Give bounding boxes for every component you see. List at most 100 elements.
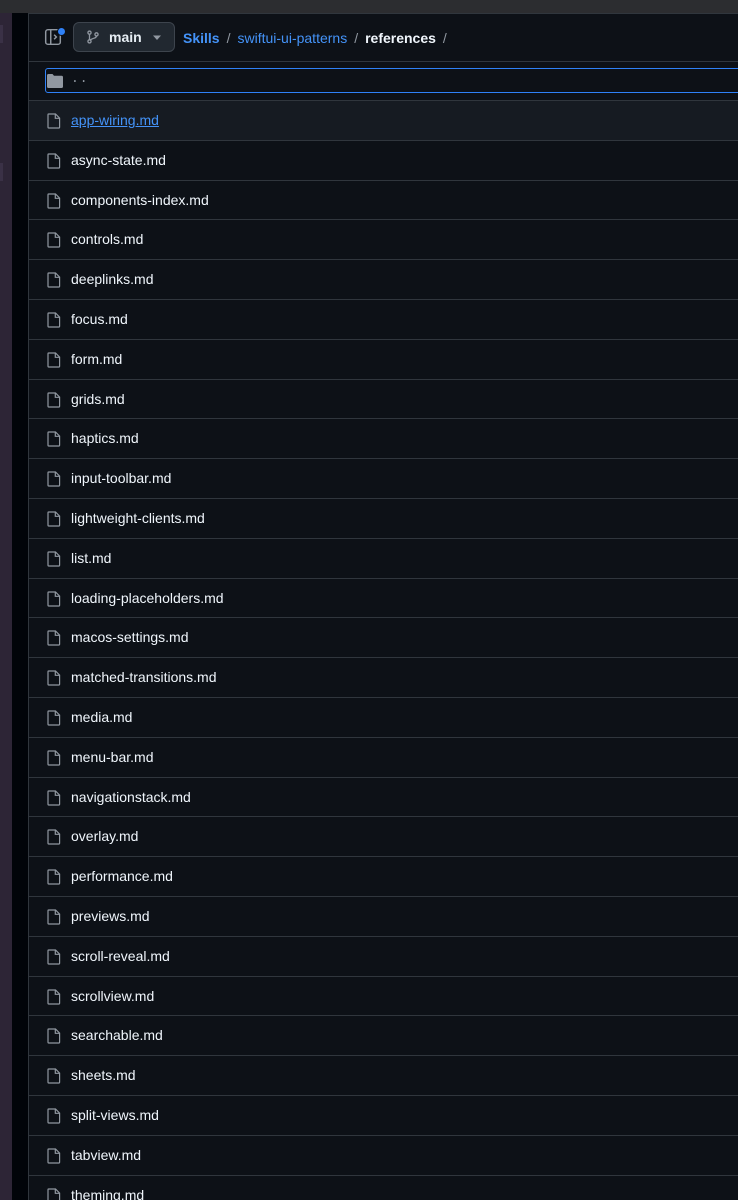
breadcrumb-repo-link[interactable]: swiftui-ui-patterns — [237, 30, 347, 46]
breadcrumb-separator: / — [226, 30, 231, 46]
file-icon — [47, 750, 61, 771]
left-pane-handle — [0, 25, 3, 43]
file-row[interactable]: loading-placeholders.md — [29, 579, 738, 619]
file-name-link[interactable]: previews.md — [71, 908, 150, 924]
file-row[interactable]: scrollview.md — [29, 977, 738, 1017]
file-name-link[interactable]: media.md — [71, 709, 132, 725]
left-pane — [0, 13, 12, 1200]
file-row[interactable]: menu-bar.md — [29, 738, 738, 778]
file-icon — [47, 153, 61, 174]
file-row[interactable]: previews.md — [29, 897, 738, 937]
file-browser-header: main Skills / swiftui-ui-patterns / refe… — [29, 14, 738, 62]
file-row[interactable]: controls.md — [29, 220, 738, 261]
file-icon — [47, 471, 61, 492]
file-row[interactable]: input-toolbar.md — [29, 459, 738, 499]
file-name-link[interactable]: list.md — [71, 550, 111, 566]
sidebar-gutter — [12, 13, 28, 1200]
file-name-link[interactable]: focus.md — [71, 311, 128, 327]
file-icon — [47, 113, 61, 134]
file-list: .. app-wiring.md async-state.md components… — [29, 62, 738, 1200]
file-row[interactable]: list.md — [29, 539, 738, 579]
file-name-link[interactable]: async-state.md — [71, 152, 166, 168]
file-icon — [47, 590, 61, 612]
file-row[interactable]: haptics.md — [29, 419, 738, 460]
file-row[interactable]: lightweight-clients.md — [29, 499, 738, 539]
file-icon — [47, 511, 61, 532]
file-row[interactable]: focus.md — [29, 300, 738, 340]
file-row[interactable]: scroll-reveal.md — [29, 937, 738, 977]
file-row[interactable]: async-state.md — [29, 141, 738, 181]
file-row[interactable]: sheets.md — [29, 1056, 738, 1096]
file-name-link[interactable]: deeplinks.md — [71, 271, 154, 287]
file-name-link[interactable]: scroll-reveal.md — [71, 948, 170, 964]
parent-directory-link: .. — [71, 71, 89, 86]
file-row[interactable]: split-views.md — [29, 1096, 738, 1136]
breadcrumb-separator: / — [354, 30, 359, 46]
file-row[interactable]: navigationstack.md — [29, 778, 738, 818]
file-name-link[interactable]: tabview.md — [71, 1147, 141, 1163]
file-name-link[interactable]: lightweight-clients.md — [71, 510, 205, 526]
file-name-link[interactable]: performance.md — [71, 868, 173, 884]
branch-selector-button[interactable]: main — [73, 22, 175, 52]
file-row[interactable]: media.md — [29, 698, 738, 738]
file-name-link[interactable]: form.md — [71, 351, 122, 367]
file-icon — [47, 949, 61, 970]
file-name-link[interactable]: split-views.md — [71, 1107, 159, 1123]
file-row[interactable]: theming.md — [29, 1176, 738, 1200]
file-icon — [47, 670, 61, 691]
file-name-link[interactable]: loading-placeholders.md — [71, 590, 224, 606]
file-name-link[interactable]: haptics.md — [71, 430, 139, 446]
file-row[interactable]: app-wiring.md — [29, 101, 738, 141]
file-name-link[interactable]: theming.md — [71, 1187, 144, 1200]
file-name-link[interactable]: grids.md — [71, 391, 125, 407]
file-icon — [47, 1187, 61, 1200]
file-browser: main Skills / swiftui-ui-patterns / refe… — [28, 13, 738, 1200]
file-row[interactable]: macos-settings.md — [29, 618, 738, 659]
file-row[interactable]: tabview.md — [29, 1136, 738, 1176]
file-name-link[interactable]: controls.md — [71, 231, 143, 247]
file-name-link[interactable]: macos-settings.md — [71, 629, 188, 645]
file-icon — [47, 909, 61, 930]
file-icon — [47, 192, 61, 214]
file-icon — [47, 988, 61, 1010]
file-name-link[interactable]: menu-bar.md — [71, 749, 153, 765]
breadcrumb-current-dir: references — [365, 30, 436, 46]
breadcrumb-root-link[interactable]: Skills — [183, 30, 220, 46]
file-icon — [47, 710, 61, 731]
file-name-link[interactable]: input-toolbar.md — [71, 470, 171, 486]
file-icon — [47, 869, 61, 890]
file-icon — [47, 829, 61, 850]
file-icon — [47, 232, 61, 253]
file-name-link[interactable]: navigationstack.md — [71, 789, 191, 805]
file-name-link[interactable]: matched-transitions.md — [71, 669, 217, 685]
folder-icon — [47, 74, 63, 88]
file-icon — [47, 1108, 61, 1129]
focus-outline — [45, 68, 738, 93]
git-branch-icon — [87, 30, 99, 44]
branch-name: main — [109, 29, 142, 45]
file-row[interactable]: form.md — [29, 340, 738, 380]
triangle-down-icon — [153, 35, 161, 40]
file-icon — [47, 789, 61, 811]
file-row[interactable]: searchable.md — [29, 1016, 738, 1057]
file-row[interactable]: matched-transitions.md — [29, 658, 738, 698]
file-name-link[interactable]: overlay.md — [71, 828, 138, 844]
parent-directory-row[interactable]: .. — [29, 62, 738, 101]
file-icon — [47, 1028, 61, 1049]
file-name-link[interactable]: searchable.md — [71, 1027, 163, 1043]
file-row[interactable]: performance.md — [29, 857, 738, 897]
file-name-link[interactable]: scrollview.md — [71, 988, 154, 1004]
file-icon — [47, 551, 61, 572]
file-row[interactable]: overlay.md — [29, 817, 738, 858]
file-name-link[interactable]: app-wiring.md — [71, 112, 159, 128]
file-icon — [47, 391, 61, 413]
window-top-bar — [0, 0, 738, 13]
file-name-link[interactable]: components-index.md — [71, 192, 209, 208]
breadcrumb-separator: / — [442, 30, 447, 46]
file-name-link[interactable]: sheets.md — [71, 1067, 136, 1083]
file-row[interactable]: grids.md — [29, 380, 738, 420]
file-icon — [47, 272, 61, 293]
file-row[interactable]: deeplinks.md — [29, 260, 738, 300]
panel-toggle-button[interactable] — [44, 27, 66, 48]
file-row[interactable]: components-index.md — [29, 181, 738, 221]
